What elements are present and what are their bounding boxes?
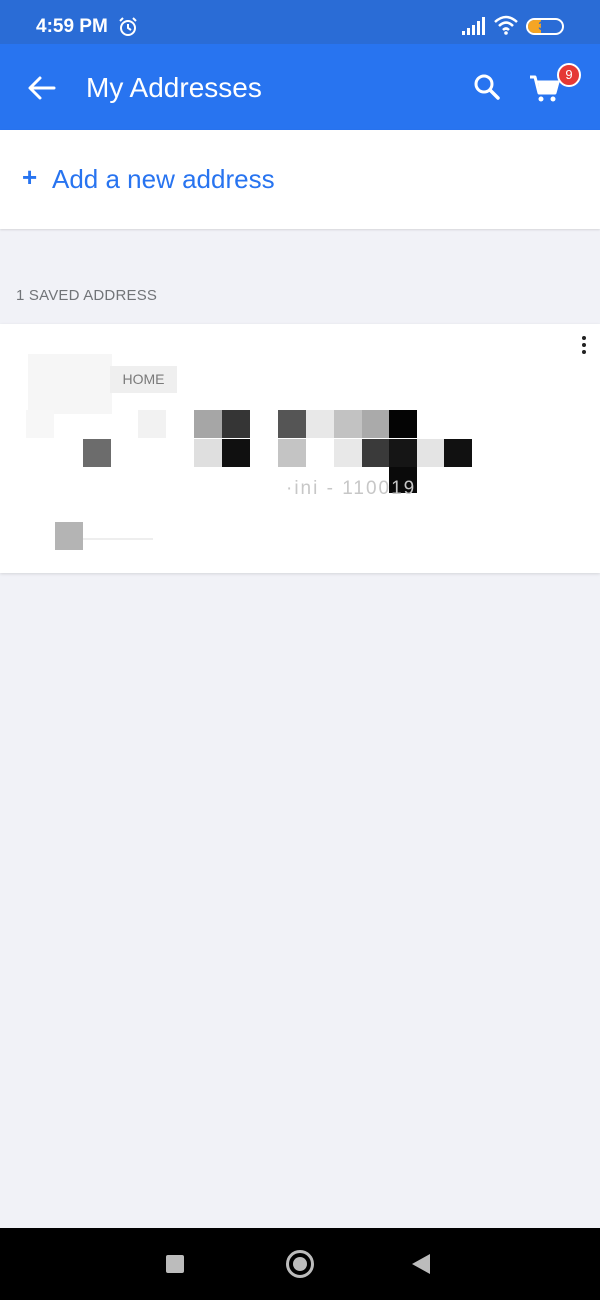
page-title: My Addresses bbox=[86, 72, 262, 103]
saved-address-count: 1 SAVED ADDRESS bbox=[16, 287, 158, 304]
plus-icon: + bbox=[22, 162, 38, 192]
signal-icon bbox=[462, 17, 485, 35]
redacted-name bbox=[28, 354, 112, 414]
address-card[interactable]: HOME bbox=[0, 324, 600, 573]
battery-icon: 37 bbox=[526, 18, 564, 35]
home-button[interactable] bbox=[286, 1250, 314, 1278]
wifi-icon bbox=[494, 15, 518, 35]
redacted-phone bbox=[55, 522, 83, 550]
recents-button[interactable] bbox=[166, 1255, 184, 1273]
system-back-button[interactable] bbox=[412, 1254, 430, 1274]
system-nav-bar bbox=[0, 1228, 600, 1300]
search-icon[interactable] bbox=[472, 72, 502, 102]
add-new-address-button[interactable]: + Add a new address bbox=[0, 130, 600, 229]
cart-count-badge: 9 bbox=[557, 63, 581, 87]
back-arrow-icon[interactable] bbox=[26, 74, 58, 102]
alarm-icon bbox=[119, 17, 137, 36]
status-bar: 4:59 PM 37 bbox=[0, 0, 600, 44]
redacted-phone-text bbox=[83, 538, 153, 540]
battery-level: 37 bbox=[538, 19, 552, 33]
app-bar: My Addresses 9 bbox=[0, 44, 600, 130]
status-time: 4:59 PM bbox=[36, 16, 108, 37]
more-options-icon[interactable] bbox=[576, 334, 592, 358]
add-new-address-label: Add a new address bbox=[52, 164, 275, 194]
address-type-tag: HOME bbox=[110, 366, 177, 393]
address-pincode: ·ini - 110019 bbox=[286, 478, 417, 499]
